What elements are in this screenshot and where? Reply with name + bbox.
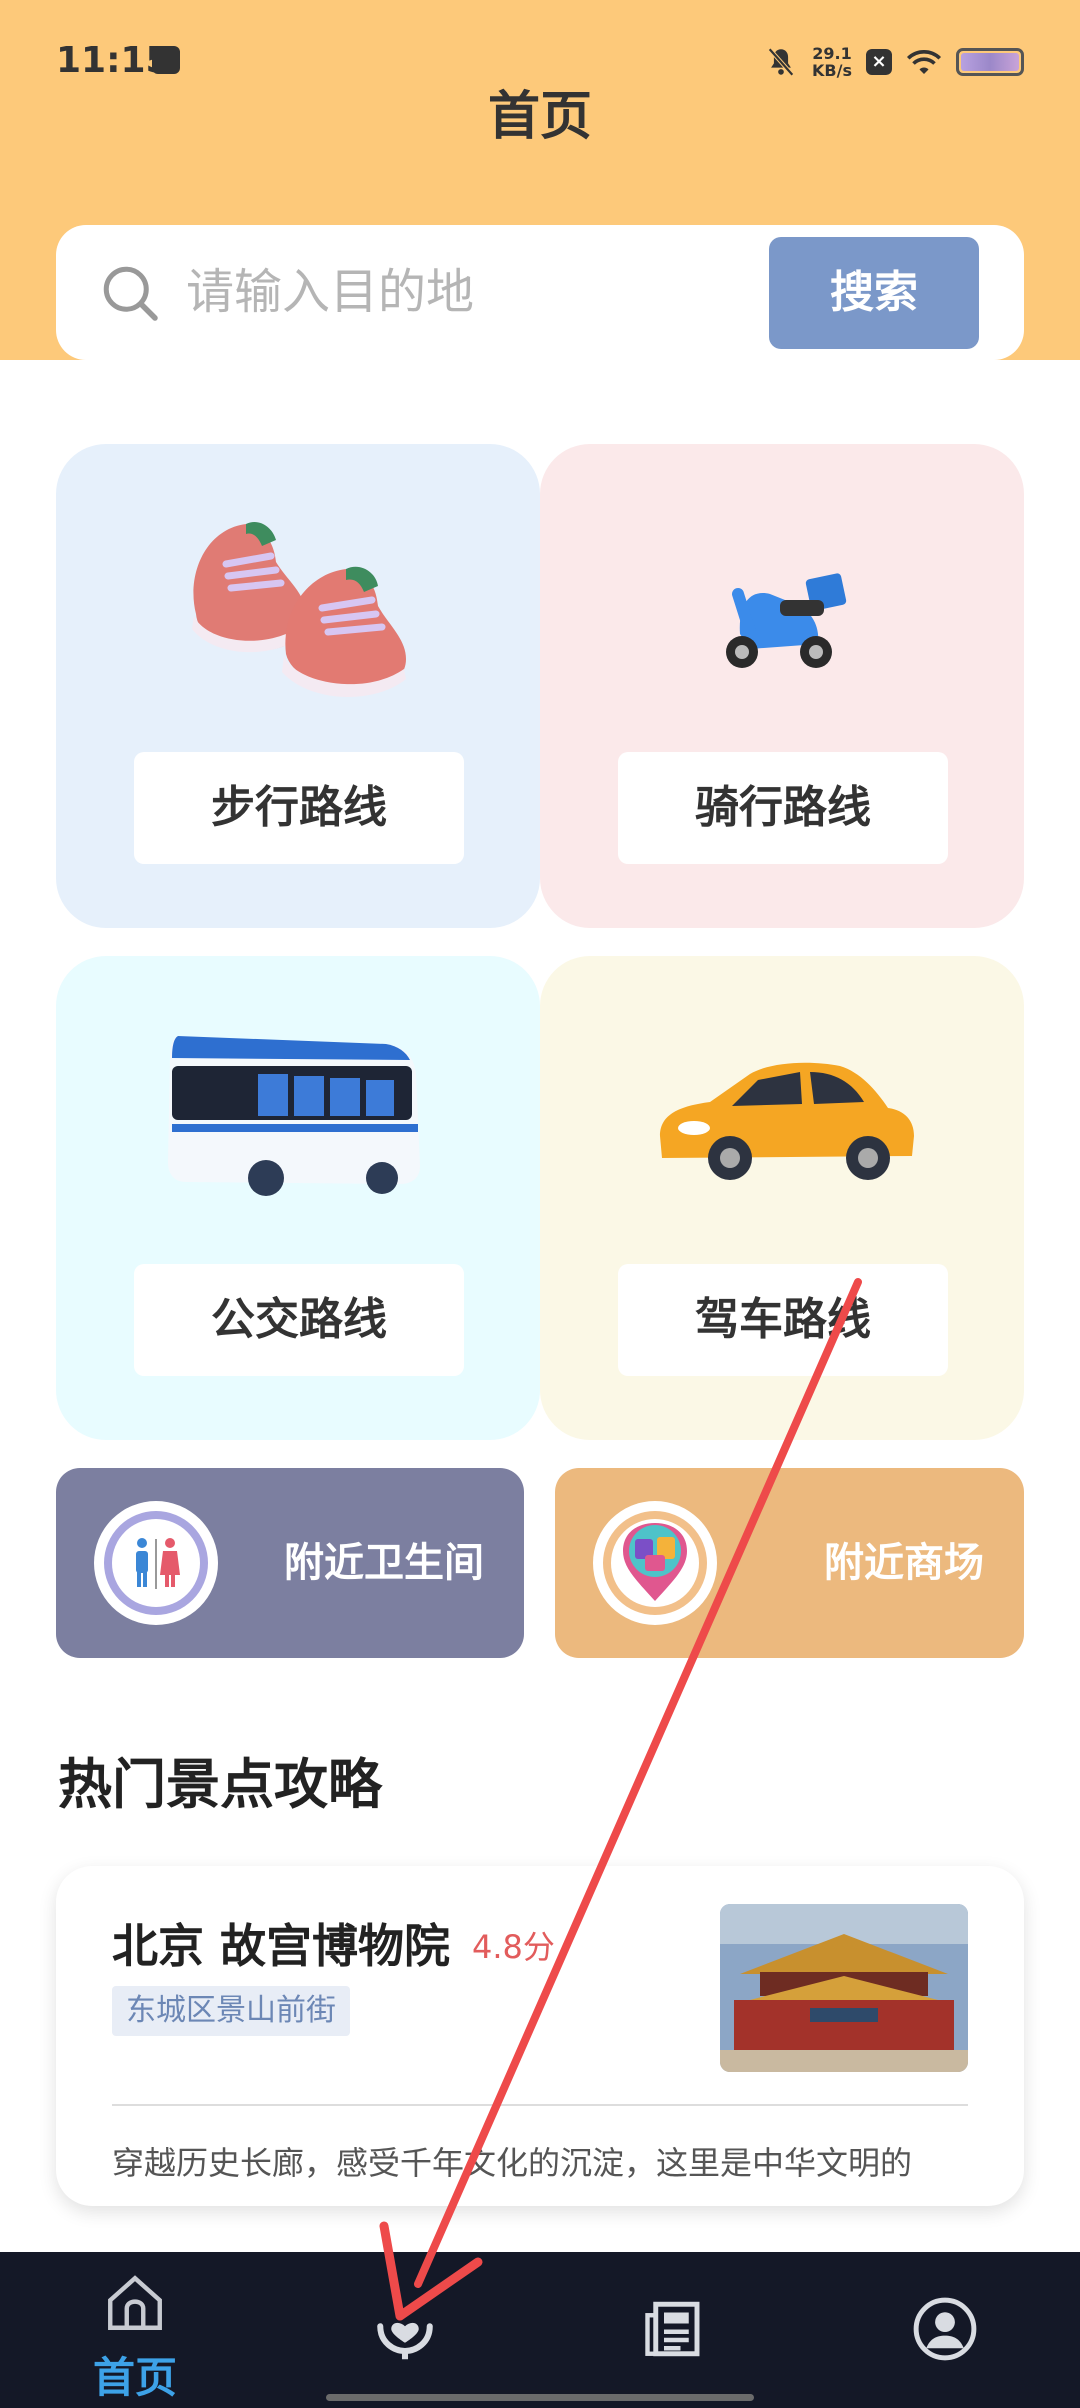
walking-route-card[interactable]: 步行路线 xyxy=(56,444,540,928)
network-speed-value: 29.1 xyxy=(812,44,852,63)
cycling-route-label: 骑行路线 xyxy=(618,752,948,864)
bus-icon xyxy=(168,1036,420,1196)
shopping-mall-icon xyxy=(593,1501,717,1625)
heart-hands-icon xyxy=(377,2322,433,2360)
news-icon xyxy=(645,2301,700,2357)
nav-home-label: 首页 xyxy=(92,2353,177,2402)
page-title: 首页 xyxy=(487,87,592,144)
bottom-navigation: 首页 xyxy=(0,2252,1080,2408)
nearby-mall-label: 附近商场 xyxy=(824,1540,984,1586)
profile-icon xyxy=(913,2297,977,2361)
nav-favorites[interactable] xyxy=(270,2252,540,2408)
car-icon xyxy=(660,1062,914,1180)
search-button[interactable]: 搜索 xyxy=(769,237,979,349)
status-icons: 29.1 KB/s × xyxy=(764,40,1024,84)
restroom-icon xyxy=(94,1501,218,1625)
bell-muted-icon xyxy=(768,47,794,77)
destination-search-input[interactable] xyxy=(186,259,786,325)
walking-route-label: 步行路线 xyxy=(134,752,464,864)
home-icon xyxy=(108,2275,162,2330)
network-speed: 29.1 KB/s xyxy=(812,45,852,79)
bus-route-label: 公交路线 xyxy=(134,1264,464,1376)
search-icon xyxy=(103,266,158,321)
spot-divider xyxy=(112,2104,968,2106)
home-indicator xyxy=(326,2394,754,2401)
hot-spots-section-title: 热门景点攻略 xyxy=(58,1753,382,1816)
spot-rating: 4.8分 xyxy=(472,1928,555,1966)
spot-card[interactable]: 北京 故宫博物院 4.8分 东城区景山前街 穿越历史长廊，感受千年文化的沉淀，这… xyxy=(56,1866,1024,2206)
nav-home[interactable]: 首页 xyxy=(0,2252,270,2408)
battery-icon xyxy=(956,48,1024,76)
nearby-mall-button[interactable]: 附近商场 xyxy=(555,1468,1024,1658)
spot-name: 北京 故宫博物院 xyxy=(112,1919,451,1973)
nearby-toilet-label: 附近卫生间 xyxy=(284,1540,484,1586)
wifi-icon xyxy=(906,50,942,74)
close-box-icon: × xyxy=(866,49,892,75)
search-bar: 搜索 xyxy=(56,225,1024,360)
spot-thumbnail xyxy=(720,1904,968,2072)
scooter-icon xyxy=(726,573,847,668)
cycling-route-card[interactable]: 骑行路线 xyxy=(540,444,1024,928)
driving-route-card[interactable]: 驾车路线 xyxy=(540,956,1024,1440)
network-speed-unit: KB/s xyxy=(812,61,852,80)
nav-profile[interactable] xyxy=(810,2252,1080,2408)
nearby-toilet-button[interactable]: 附近卫生间 xyxy=(56,1468,524,1658)
sneakers-icon xyxy=(192,521,406,697)
nav-news[interactable] xyxy=(540,2252,810,2408)
spot-description: 穿越历史长廊，感受千年文化的沉淀，这里是中华文明的 xyxy=(112,2144,913,2182)
bus-route-card[interactable]: 公交路线 xyxy=(56,956,540,1440)
spot-location-tag: 东城区景山前街 xyxy=(112,1986,350,2036)
driving-route-label: 驾车路线 xyxy=(618,1264,948,1376)
calendar-icon xyxy=(152,46,180,74)
